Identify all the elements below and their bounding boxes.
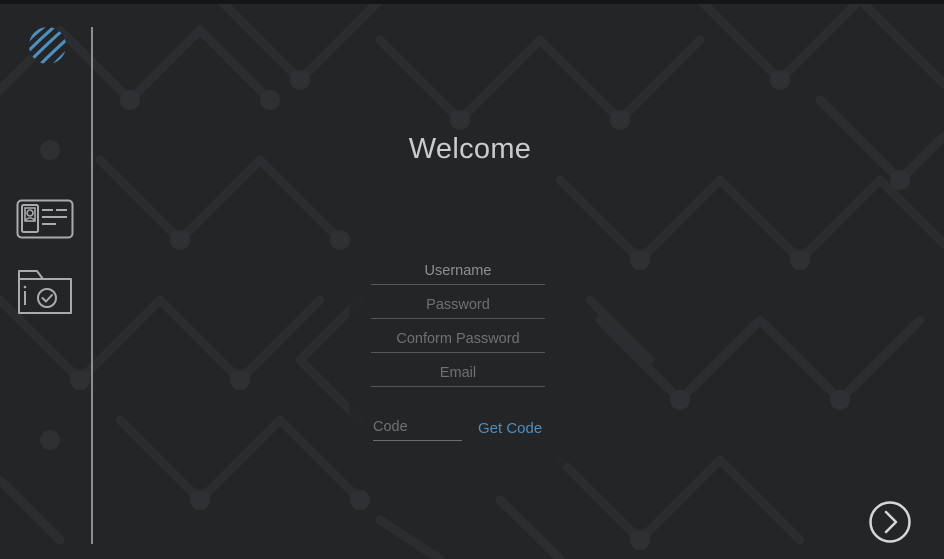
- email-input[interactable]: [371, 360, 545, 387]
- get-code-button[interactable]: Get Code: [478, 420, 542, 437]
- wave-globe-logo: [28, 26, 67, 65]
- sidebar-divider: [91, 27, 93, 544]
- code-input[interactable]: [373, 414, 462, 441]
- id-card-icon[interactable]: [16, 199, 74, 239]
- folder-check-icon[interactable]: [17, 265, 73, 317]
- page-title: Welcome: [408, 133, 532, 165]
- password-input[interactable]: [371, 292, 545, 319]
- confirm-password-input[interactable]: [371, 326, 545, 353]
- top-edge: [0, 0, 944, 4]
- chevron-right-circle-icon[interactable]: [868, 500, 912, 544]
- username-input[interactable]: [371, 258, 545, 285]
- login-screen: Welcome Get Code: [0, 0, 944, 559]
